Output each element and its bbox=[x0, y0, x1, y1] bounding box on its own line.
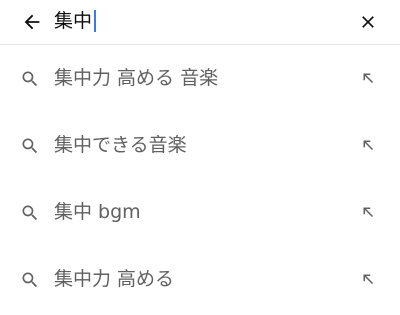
suggestion-item[interactable]: 集中できる音楽 bbox=[0, 112, 400, 179]
arrow-up-left-icon bbox=[363, 140, 374, 151]
suggestion-label: 集中 bgm bbox=[54, 201, 141, 223]
search-icon bbox=[22, 71, 38, 87]
search-input[interactable]: 集中 bbox=[54, 6, 97, 36]
suggestion-item[interactable]: 集中力 高める 音楽 bbox=[0, 45, 400, 112]
fill-query-button[interactable] bbox=[356, 133, 380, 157]
arrow-up-left-icon bbox=[363, 73, 374, 84]
arrow-up-left-icon bbox=[363, 207, 374, 218]
back-button[interactable] bbox=[18, 8, 46, 36]
search-icon bbox=[22, 205, 38, 221]
search-icon bbox=[22, 138, 38, 154]
fill-query-button[interactable] bbox=[356, 200, 380, 224]
suggestion-label: 集中力 高める 音楽 bbox=[54, 67, 219, 89]
suggestion-label: 集中力 高める bbox=[54, 268, 175, 290]
close-icon bbox=[362, 16, 374, 28]
arrow-back-icon bbox=[24, 14, 40, 30]
suggestion-item[interactable]: 集中 bgm bbox=[0, 179, 400, 246]
fill-query-button[interactable] bbox=[356, 66, 380, 90]
suggestion-item[interactable]: 集中力 高める bbox=[0, 246, 400, 313]
suggestion-label: 集中できる音楽 bbox=[54, 134, 187, 156]
text-caret bbox=[94, 10, 97, 32]
fill-query-button[interactable] bbox=[356, 267, 380, 291]
suggestion-list: 集中力 高める 音楽 集中できる音楽 集中 bgm 集中力 高める bbox=[0, 45, 400, 313]
search-bar: 集中 bbox=[0, 0, 400, 45]
search-icon bbox=[22, 272, 38, 288]
clear-search-button[interactable] bbox=[354, 8, 382, 36]
search-query-text: 集中 bbox=[54, 10, 93, 32]
arrow-up-left-icon bbox=[363, 274, 374, 285]
